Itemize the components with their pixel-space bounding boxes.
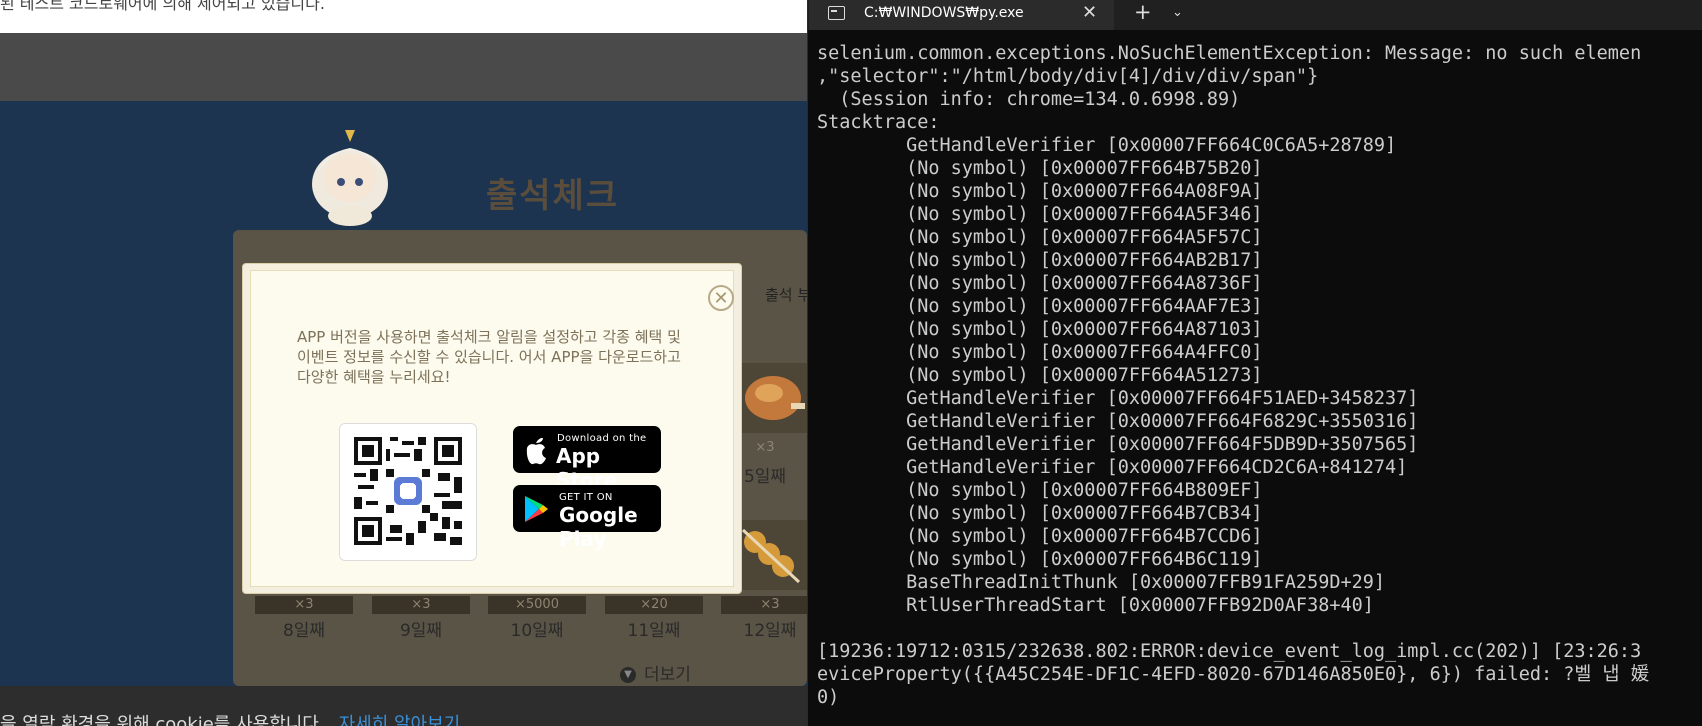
console-line: (No symbol) [0x00007FF664B7CB34]	[817, 503, 1263, 524]
day-label-12: 12일째	[743, 621, 797, 641]
skewer-food-icon	[733, 520, 807, 590]
roast-chicken-icon	[745, 376, 805, 420]
qr-code	[339, 423, 477, 561]
google-play-small-text: GET IT ON	[559, 492, 613, 503]
reward-qty: ×5000	[488, 596, 586, 614]
console-line: (No symbol) [0x00007FF664A08F9A]	[817, 181, 1263, 202]
console-line: (Session info: chrome=134.0.6998.89)	[817, 89, 1241, 110]
console-line: (No symbol) [0x00007FF664A51273]	[817, 365, 1263, 386]
modal-description: APP 버전을 사용하면 출석체크 알림을 설정하고 각종 혜택 및 이벤트 정…	[297, 328, 681, 386]
automation-notice-text: 된 테스트 코드로웨어에 의해 제어되고 있습니다.	[0, 0, 325, 13]
reward-card-day12[interactable]	[733, 520, 807, 590]
cookie-text: 을 열람 환경을 위해 cookie를 사용합니다.	[0, 714, 325, 726]
console-line: (No symbol) [0x00007FF664A4FFC0]	[817, 342, 1263, 363]
day-label-11: 11일째	[627, 621, 681, 641]
console-line: (No symbol) [0x00007FF664AAF7E3]	[817, 296, 1263, 317]
app-store-button[interactable]: Download on the App Store	[513, 426, 661, 492]
reward-card-day5[interactable]	[733, 363, 807, 433]
console-line: ,"selector":"/html/body/div[4]/div/div/s…	[817, 66, 1319, 87]
reward-image	[733, 363, 807, 433]
console-line: 0)	[817, 687, 840, 708]
terminal-window: C:₩WINDOWS₩py.exe ✕ + ⌄ selenium.common.…	[807, 0, 1702, 726]
terminal-tab-bar: C:₩WINDOWS₩py.exe ✕ + ⌄	[808, 0, 1702, 30]
console-line: GetHandleVerifier [0x00007FF664F5DB9D+35…	[817, 434, 1419, 455]
cookie-learn-more-link[interactable]: 자세히 알아보기	[339, 714, 461, 726]
console-line: (No symbol) [0x00007FF664A87103]	[817, 319, 1263, 340]
reward-qty: ×3	[255, 596, 353, 614]
app-download-modal: ✕ APP 버전을 사용하면 출석체크 알림을 설정하고 각종 혜택 및 이벤트…	[242, 263, 742, 594]
console-line: [19236:19712:0315/232638.802:ERROR:devic…	[817, 641, 1642, 662]
day-label-10: 10일째	[510, 621, 564, 641]
console-icon	[828, 6, 845, 20]
console-line: Stacktrace:	[817, 112, 940, 133]
console-line: eviceProperty({{A45C254E-DF1C-4EFD-8020-…	[817, 664, 1650, 685]
automation-notice-bar: 된 테스트 코드로웨어에 의해 제어되고 있습니다.	[0, 0, 807, 33]
console-line: (No symbol) [0x00007FF664AB2B17]	[817, 250, 1263, 271]
new-tab-button[interactable]: +	[1134, 0, 1152, 24]
console-line: (No symbol) [0x00007FF664B6C119]	[817, 549, 1263, 570]
console-line: (No symbol) [0x00007FF664A5F57C]	[817, 227, 1263, 248]
cookie-notice: 을 열람 환경을 위해 cookie를 사용합니다. 자세히 알아보기	[0, 710, 460, 726]
browser-viewport: 된 테스트 코드로웨어에 의해 제어되고 있습니다. 출석체크 출석 부 ×3 …	[0, 0, 807, 726]
console-line: (No symbol) [0x00007FF664B809EF]	[817, 480, 1263, 501]
chevron-down-icon[interactable]: ⌄	[1172, 5, 1183, 20]
close-button[interactable]: ✕	[708, 285, 734, 311]
console-line: GetHandleVerifier [0x00007FF664C0C6A5+28…	[817, 135, 1397, 156]
close-tab-button[interactable]: ✕	[1082, 2, 1097, 23]
console-line: (No symbol) [0x00007FF664A8736F]	[817, 273, 1263, 294]
apple-icon	[526, 437, 546, 465]
reward-qty: ×3	[372, 596, 470, 614]
console-line: GetHandleVerifier [0x00007FF664CD2C6A+84…	[817, 457, 1408, 478]
console-line: GetHandleVerifier [0x00007FF664F51AED+34…	[817, 388, 1419, 409]
console-line: (No symbol) [0x00007FF664B75B20]	[817, 158, 1263, 179]
console-line: selenium.common.exceptions.NoSuchElement…	[817, 43, 1642, 64]
day-label-8: 8일째	[282, 621, 326, 641]
chevron-down-icon: ▼	[620, 667, 636, 683]
google-play-big-text: Google Play	[559, 503, 638, 551]
mascot-illustration	[312, 130, 388, 226]
console-line: (No symbol) [0x00007FF664A5F346]	[817, 204, 1263, 225]
terminal-tab[interactable]: C:₩WINDOWS₩py.exe ✕	[809, 0, 1114, 30]
console-line: (No symbol) [0x00007FF664B7CCD6]	[817, 526, 1263, 547]
console-line: RtlUserThreadStart [0x00007FFB92D0AF38+4…	[817, 595, 1374, 616]
board-label: 출석 부	[765, 286, 807, 304]
site-header-band	[0, 33, 807, 101]
tab-title: C:₩WINDOWS₩py.exe	[864, 5, 1024, 21]
qr-code-icon	[354, 437, 462, 545]
reward-qty: ×20	[605, 596, 703, 614]
day-label-9: 9일째	[399, 621, 443, 641]
app-store-small-text: Download on the	[557, 433, 647, 444]
modal-body: ✕ APP 버전을 사용하면 출석체크 알림을 설정하고 각종 혜택 및 이벤트…	[250, 270, 734, 587]
console-line: GetHandleVerifier [0x00007FF664F6829C+35…	[817, 411, 1419, 432]
reward-qty: ×3	[721, 596, 807, 614]
google-play-button[interactable]: GET IT ON Google Play	[513, 485, 661, 551]
console-line: BaseThreadInitThunk [0x00007FFB91FA259D+…	[817, 572, 1386, 593]
console-output[interactable]: selenium.common.exceptions.NoSuchElement…	[817, 42, 1697, 726]
more-button[interactable]: ▼ 더보기	[620, 660, 691, 685]
page-title: 출석체크	[486, 176, 620, 216]
google-play-icon	[525, 496, 548, 522]
more-label: 더보기	[644, 665, 691, 685]
